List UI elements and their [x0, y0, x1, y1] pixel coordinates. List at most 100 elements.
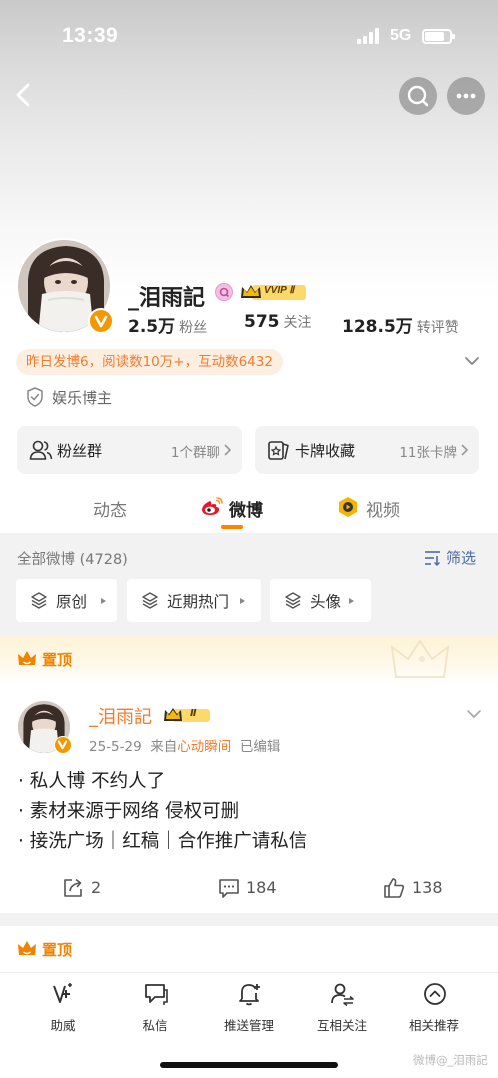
stat-value: 2.5万 [128, 317, 176, 337]
fans-group-card[interactable]: 粉丝群 1个群聊 [17, 426, 242, 474]
repost-icon [64, 878, 82, 897]
nav-mutual-follow[interactable]: 互相关注 [302, 981, 382, 1033]
bell-plus-icon [239, 984, 260, 1006]
post-menu-chevron-icon[interactable] [465, 707, 483, 721]
caret-right-icon [101, 598, 106, 604]
tab-weibo-label: 微博 [229, 501, 263, 521]
chip-original[interactable]: 原创 [16, 579, 117, 622]
stat-value: 575 [244, 312, 280, 332]
activity-highlight[interactable]: 昨日发博6，阅读数10万+，互动数6432 [16, 349, 283, 375]
home-indicator[interactable] [160, 1062, 338, 1068]
section-divider [0, 913, 498, 926]
profile-tag-label: 娱乐博主 [52, 389, 113, 407]
stat-interactions[interactable]: 128.5万 转评赞 [342, 312, 459, 337]
post-content: · 私人博 不约人了 · 素材来源于网络 侵权可删 · 接洗广场｜红稿｜合作推广… [18, 767, 307, 857]
status-bar: 13:39 5G [0, 18, 498, 58]
repost-button[interactable]: 2 [62, 875, 122, 901]
vvip-badge[interactable]: VVIP Ⅱ [240, 282, 308, 302]
crown-icon [18, 941, 36, 955]
layers-icon [31, 592, 47, 609]
thumbs-up-icon [384, 878, 405, 898]
nav-label: 互相关注 [316, 1018, 367, 1033]
pinned-text: 置顶 [42, 941, 73, 959]
nav-push-settings[interactable]: 推送管理 [209, 981, 289, 1033]
comment-icon [219, 879, 239, 898]
comment-button[interactable]: 184 [218, 875, 288, 901]
nav-label: 助威 [50, 1018, 76, 1033]
card-collection-card[interactable]: 卡牌收藏 11张卡牌 [255, 426, 479, 474]
fans-group-icon [29, 440, 53, 460]
more-button[interactable] [447, 77, 485, 115]
caret-right-icon [240, 598, 245, 604]
chevron-down-icon[interactable] [463, 352, 481, 370]
pinned-text: 置顶 [42, 651, 73, 669]
card-title: 卡牌收藏 [295, 442, 356, 460]
chip-label: 原创 [56, 593, 88, 611]
video-icon [339, 497, 357, 517]
post-from: 来自 [150, 739, 178, 755]
post-meta: 25-5-29 来自心动瞬间 已编辑 [89, 735, 280, 755]
post-line: · 接洗广场｜红稿｜合作推广请私信 [18, 831, 308, 852]
filter-label: 筛选 [446, 549, 477, 567]
card-subtitle: 11张卡牌 [399, 445, 457, 461]
chevron-right-icon [224, 444, 232, 456]
mutual-follow-icon [331, 983, 354, 1007]
repost-count: 2 [91, 878, 102, 897]
verified-v-icon [88, 308, 114, 334]
medal-icon[interactable] [215, 283, 233, 301]
nav-related[interactable]: 相关推荐 [394, 981, 474, 1033]
stat-label: 关注 [283, 315, 312, 331]
nav-label: 相关推荐 [408, 1018, 459, 1033]
chip-label: 近期热门 [167, 593, 230, 611]
card-collection-icon [268, 441, 289, 460]
comment-count: 184 [246, 878, 277, 897]
search-icon [407, 85, 429, 107]
chevron-right-icon [461, 444, 469, 456]
vip-level: Ⅱ [190, 708, 197, 719]
profile-stats: 2.5万 粉丝 575 关注 128.5万 转评赞 [128, 312, 488, 337]
back-button[interactable] [10, 78, 40, 112]
layers-icon [142, 592, 158, 609]
profile-tabs: 动态 微博 视频 [0, 488, 498, 532]
like-count: 138 [412, 878, 443, 897]
filter-button[interactable]: 筛选 [424, 547, 476, 568]
post-source[interactable]: 心动瞬间 [177, 739, 231, 755]
vvip-label: VVIP Ⅱ [264, 285, 295, 296]
tab-dynamic[interactable]: 动态 [93, 496, 127, 521]
tab-weibo[interactable]: 微博 [200, 496, 263, 521]
caret-right-icon [349, 598, 354, 604]
stat-value: 128.5万 [342, 317, 413, 337]
post-card[interactable]: _泪雨記 Ⅱ 25-5-29 来自心动瞬间 已编辑 · 私人博 不约人了 · 素… [0, 683, 498, 913]
message-icon [145, 984, 168, 1005]
post-actions: 2 184 138 [0, 875, 498, 903]
tab-video[interactable]: 视频 [337, 496, 400, 521]
card-subtitle: 1个群聊 [170, 445, 220, 461]
active-tab-indicator [221, 525, 243, 529]
network-type: 5G [390, 27, 412, 44]
chip-avatar[interactable]: 头像 [270, 579, 371, 622]
stat-label: 转评赞 [416, 320, 459, 336]
chip-recent-hot[interactable]: 近期热门 [127, 579, 261, 622]
post-line: · 私人博 不约人了 [18, 771, 166, 792]
nav-label: 私信 [142, 1018, 168, 1033]
search-button[interactable] [399, 77, 437, 115]
status-time: 13:39 [62, 24, 119, 47]
stat-fans[interactable]: 2.5万 粉丝 [128, 312, 207, 337]
battery-icon [422, 29, 455, 44]
nav-cheer[interactable]: 助威 [23, 981, 103, 1033]
stat-label: 粉丝 [179, 320, 208, 336]
post-author[interactable]: _泪雨記 [89, 703, 152, 729]
cheer-icon [53, 983, 72, 1003]
vip-badge[interactable]: Ⅱ [163, 706, 211, 724]
signal-icon [357, 28, 381, 44]
nav-message[interactable]: 私信 [115, 981, 195, 1033]
more-dots-icon [456, 93, 476, 99]
like-button[interactable]: 138 [383, 875, 453, 901]
crown-icon [18, 651, 36, 665]
nav-label: 推送管理 [223, 1018, 274, 1033]
stat-following[interactable]: 575 关注 [244, 312, 312, 332]
all-weibo-count: 全部微博 (4728) [17, 552, 128, 568]
card-title: 粉丝群 [57, 442, 103, 460]
tab-video-label: 视频 [366, 501, 400, 521]
shield-check-icon [27, 387, 43, 407]
